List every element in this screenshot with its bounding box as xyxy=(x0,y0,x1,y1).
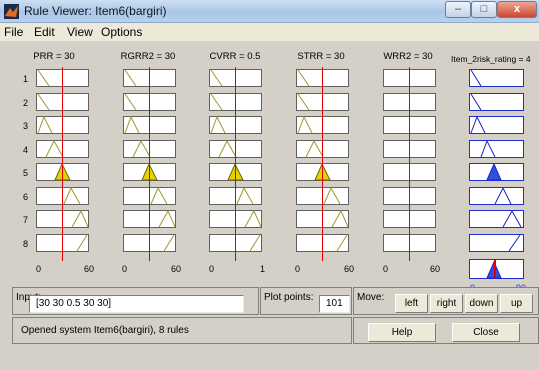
output-mf-cell[interactable] xyxy=(469,93,524,111)
input-cursor-line[interactable] xyxy=(409,67,410,261)
input-group: Input: [30 30 0.5 30 30] xyxy=(12,287,259,315)
menu-view[interactable]: View xyxy=(67,25,93,39)
tick-label: 60 xyxy=(84,264,95,274)
output-mf-cell[interactable] xyxy=(469,187,524,205)
close-window-button[interactable]: x xyxy=(497,1,537,18)
rule-number: 7 xyxy=(23,215,29,225)
input-cursor-line[interactable] xyxy=(62,67,63,261)
move-down-button[interactable]: down xyxy=(465,294,498,313)
move-up-button[interactable]: up xyxy=(500,294,533,313)
plot-points-label: Plot points: xyxy=(264,292,314,303)
menu-file[interactable]: File xyxy=(4,25,23,39)
output-mf-cell[interactable] xyxy=(469,116,524,134)
move-group: Move: left right down up xyxy=(353,287,539,315)
plot-points-group: Plot points: 101 xyxy=(260,287,352,315)
rule-number: 4 xyxy=(23,145,29,155)
rule-number: 3 xyxy=(23,121,29,131)
input-cursor-line[interactable] xyxy=(322,67,323,261)
rule-number: 2 xyxy=(23,98,29,108)
input-label-strr: STRR = 30 xyxy=(297,51,345,62)
tick-label: 0 xyxy=(295,264,301,274)
tick-label: 1 xyxy=(260,264,266,274)
output-mf-cell[interactable] xyxy=(469,69,524,87)
input-label-cvrr: CVRR = 0.5 xyxy=(209,51,261,62)
matlab-icon xyxy=(4,4,19,19)
aggregated-output-cell[interactable] xyxy=(469,259,524,279)
output-mf-cell[interactable] xyxy=(469,163,524,181)
tick-label: 0 xyxy=(209,264,215,274)
output-label: Item_2risk_rating = 4 xyxy=(451,54,531,64)
plot-points-field[interactable]: 101 xyxy=(319,295,350,313)
output-mf-cell[interactable] xyxy=(469,210,524,228)
input-cursor-line[interactable] xyxy=(149,67,150,261)
close-button[interactable]: Close xyxy=(452,323,520,342)
rule-number: 1 xyxy=(23,74,29,84)
dialog-buttons-group: Help Close xyxy=(353,317,539,344)
move-left-button[interactable]: left xyxy=(395,294,428,313)
input-vector-field[interactable]: [30 30 0.5 30 30] xyxy=(29,295,244,313)
input-label-rgrr2: RGRR2 = 30 xyxy=(120,51,176,62)
help-button[interactable]: Help xyxy=(368,323,436,342)
window-title: Rule Viewer: Item6(bargiri) xyxy=(24,4,167,18)
menu-bar: File Edit View Options xyxy=(0,23,539,42)
tick-label: 0 xyxy=(122,264,128,274)
rule-plot-area: PRR = 30 RGRR2 = 30 CVRR = 0.5 STRR = 30… xyxy=(0,41,539,293)
menu-options[interactable]: Options xyxy=(101,25,142,39)
minimize-button[interactable]: – xyxy=(445,1,471,18)
input-label-wrr2: WRR2 = 30 xyxy=(383,51,433,62)
output-mf-cell[interactable] xyxy=(469,234,524,252)
menu-edit[interactable]: Edit xyxy=(34,25,55,39)
title-bar: Rule Viewer: Item6(bargiri) – □ x xyxy=(0,0,539,23)
rule-number: 6 xyxy=(23,192,29,202)
rule-number: 8 xyxy=(23,239,29,249)
rule-number: 5 xyxy=(23,168,29,178)
tick-label: 0 xyxy=(36,264,42,274)
status-bar: Opened system Item6(bargiri), 8 rules xyxy=(12,317,352,344)
input-label-prr: PRR = 30 xyxy=(33,51,75,62)
output-mf-cell[interactable] xyxy=(469,140,524,158)
tick-label: 60 xyxy=(171,264,182,274)
move-label: Move: xyxy=(357,292,385,303)
move-right-button[interactable]: right xyxy=(430,294,463,313)
tick-label: 60 xyxy=(344,264,355,274)
status-text: Opened system Item6(bargiri), 8 rules xyxy=(21,325,189,336)
maximize-button[interactable]: □ xyxy=(471,1,497,18)
input-cursor-line[interactable] xyxy=(235,67,236,261)
tick-label: 60 xyxy=(430,264,441,274)
control-panel: Input: [30 30 0.5 30 30] Plot points: 10… xyxy=(12,287,539,370)
tick-label: 0 xyxy=(383,264,389,274)
